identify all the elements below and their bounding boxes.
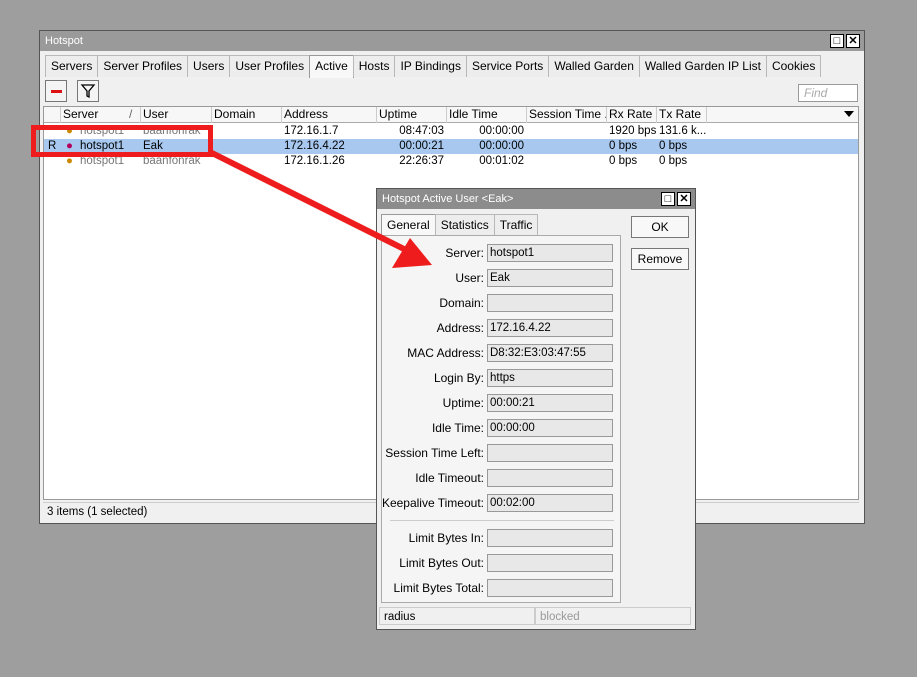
annotation-arrow [209,150,432,268]
